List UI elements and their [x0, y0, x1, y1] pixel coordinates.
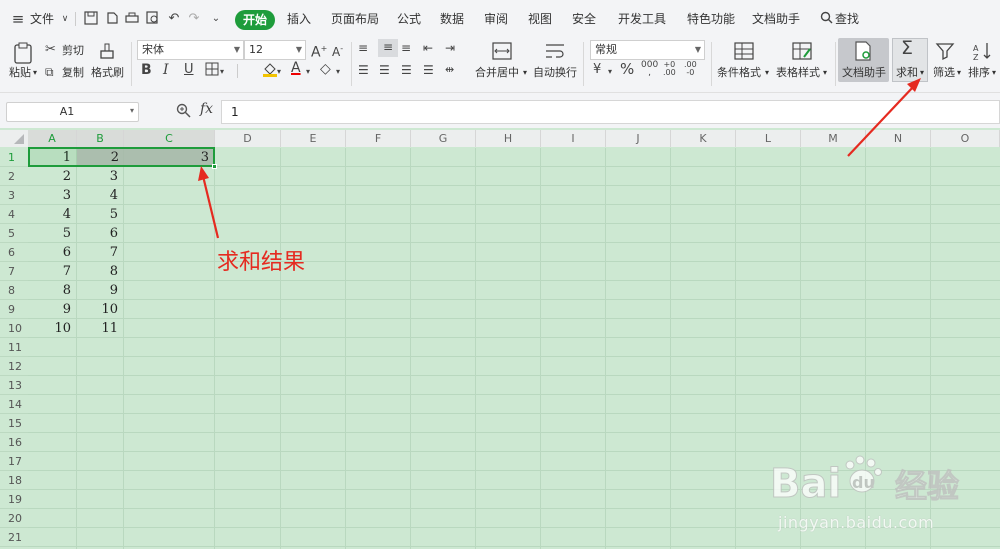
svg-text:Bai: Bai: [770, 461, 841, 507]
svg-text:du: du: [852, 473, 875, 492]
result-arrow-line: [201, 175, 220, 239]
svg-text:经验: 经验: [895, 467, 959, 505]
sum-arrow-line: [847, 85, 915, 157]
annotation-text: 求和结果: [217, 250, 306, 275]
spreadsheet-app-window: ≡ 文件 ∨ ↶ ↷ ⌄ 开始 插入 页面布局 公式 数据 审阅 视图 安全 开…: [0, 0, 1000, 549]
result-arrow-head: [198, 166, 209, 181]
baidu-logo-icon: Bai du 经验: [770, 455, 960, 508]
baidu-jingyan-watermark: Bai du 经验 jingyan.baidu.com: [770, 455, 990, 545]
watermark-url: jingyan.baidu.com: [778, 513, 935, 532]
